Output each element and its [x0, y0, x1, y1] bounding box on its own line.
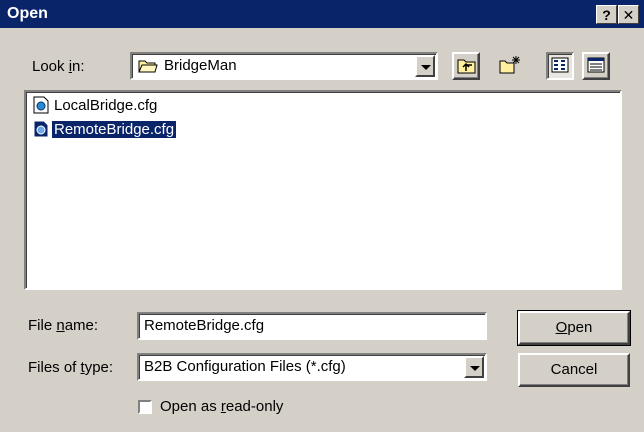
help-button[interactable]: ?	[596, 5, 617, 24]
file-name-label: File name:	[28, 317, 99, 334]
new-folder-icon	[499, 56, 520, 74]
folder-up-icon	[457, 59, 476, 74]
look-in-value: BridgeMan	[164, 57, 237, 74]
window-title: Open	[7, 5, 48, 22]
file-type-value: B2B Configuration Files (*.cfg)	[144, 358, 346, 375]
open-button[interactable]: Open	[517, 310, 631, 346]
file-name-input[interactable]: RemoteBridge.cfg	[137, 312, 487, 340]
look-in-label: Look in:	[32, 58, 85, 75]
file-name-text: RemoteBridge.cfg	[50, 119, 178, 139]
folder-icon	[138, 60, 158, 73]
config-file-icon	[33, 96, 49, 114]
list-item[interactable]: LocalBridge.cfg	[32, 94, 159, 116]
config-file-icon	[33, 120, 49, 138]
new-folder-button[interactable]	[496, 52, 524, 80]
file-type-label: Files of type:	[28, 359, 114, 376]
close-button[interactable]: ✕	[618, 5, 639, 24]
read-only-label[interactable]: Open as read-only	[160, 398, 283, 415]
file-list[interactable]: LocalBridge.cfg RemoteBridge.cfg	[24, 90, 622, 290]
details-view-icon	[587, 57, 605, 73]
list-item-selected[interactable]: RemoteBridge.cfg	[32, 118, 178, 140]
file-name-value: RemoteBridge.cfg	[144, 317, 265, 334]
look-in-combobox[interactable]: BridgeMan	[130, 52, 438, 80]
details-view-button[interactable]	[582, 52, 610, 80]
title-bar: Open ? ✕	[0, 0, 644, 28]
up-one-level-button[interactable]	[452, 52, 480, 80]
file-type-dropdown-arrow[interactable]	[464, 356, 484, 378]
cancel-button[interactable]: Cancel	[518, 353, 630, 387]
look-in-dropdown-arrow[interactable]	[415, 55, 435, 77]
list-view-button[interactable]	[546, 52, 574, 80]
file-type-combobox[interactable]: B2B Configuration Files (*.cfg)	[137, 353, 487, 381]
file-name-text: LocalBridge.cfg	[54, 96, 158, 114]
list-view-icon	[551, 57, 569, 73]
read-only-checkbox[interactable]	[138, 400, 152, 414]
